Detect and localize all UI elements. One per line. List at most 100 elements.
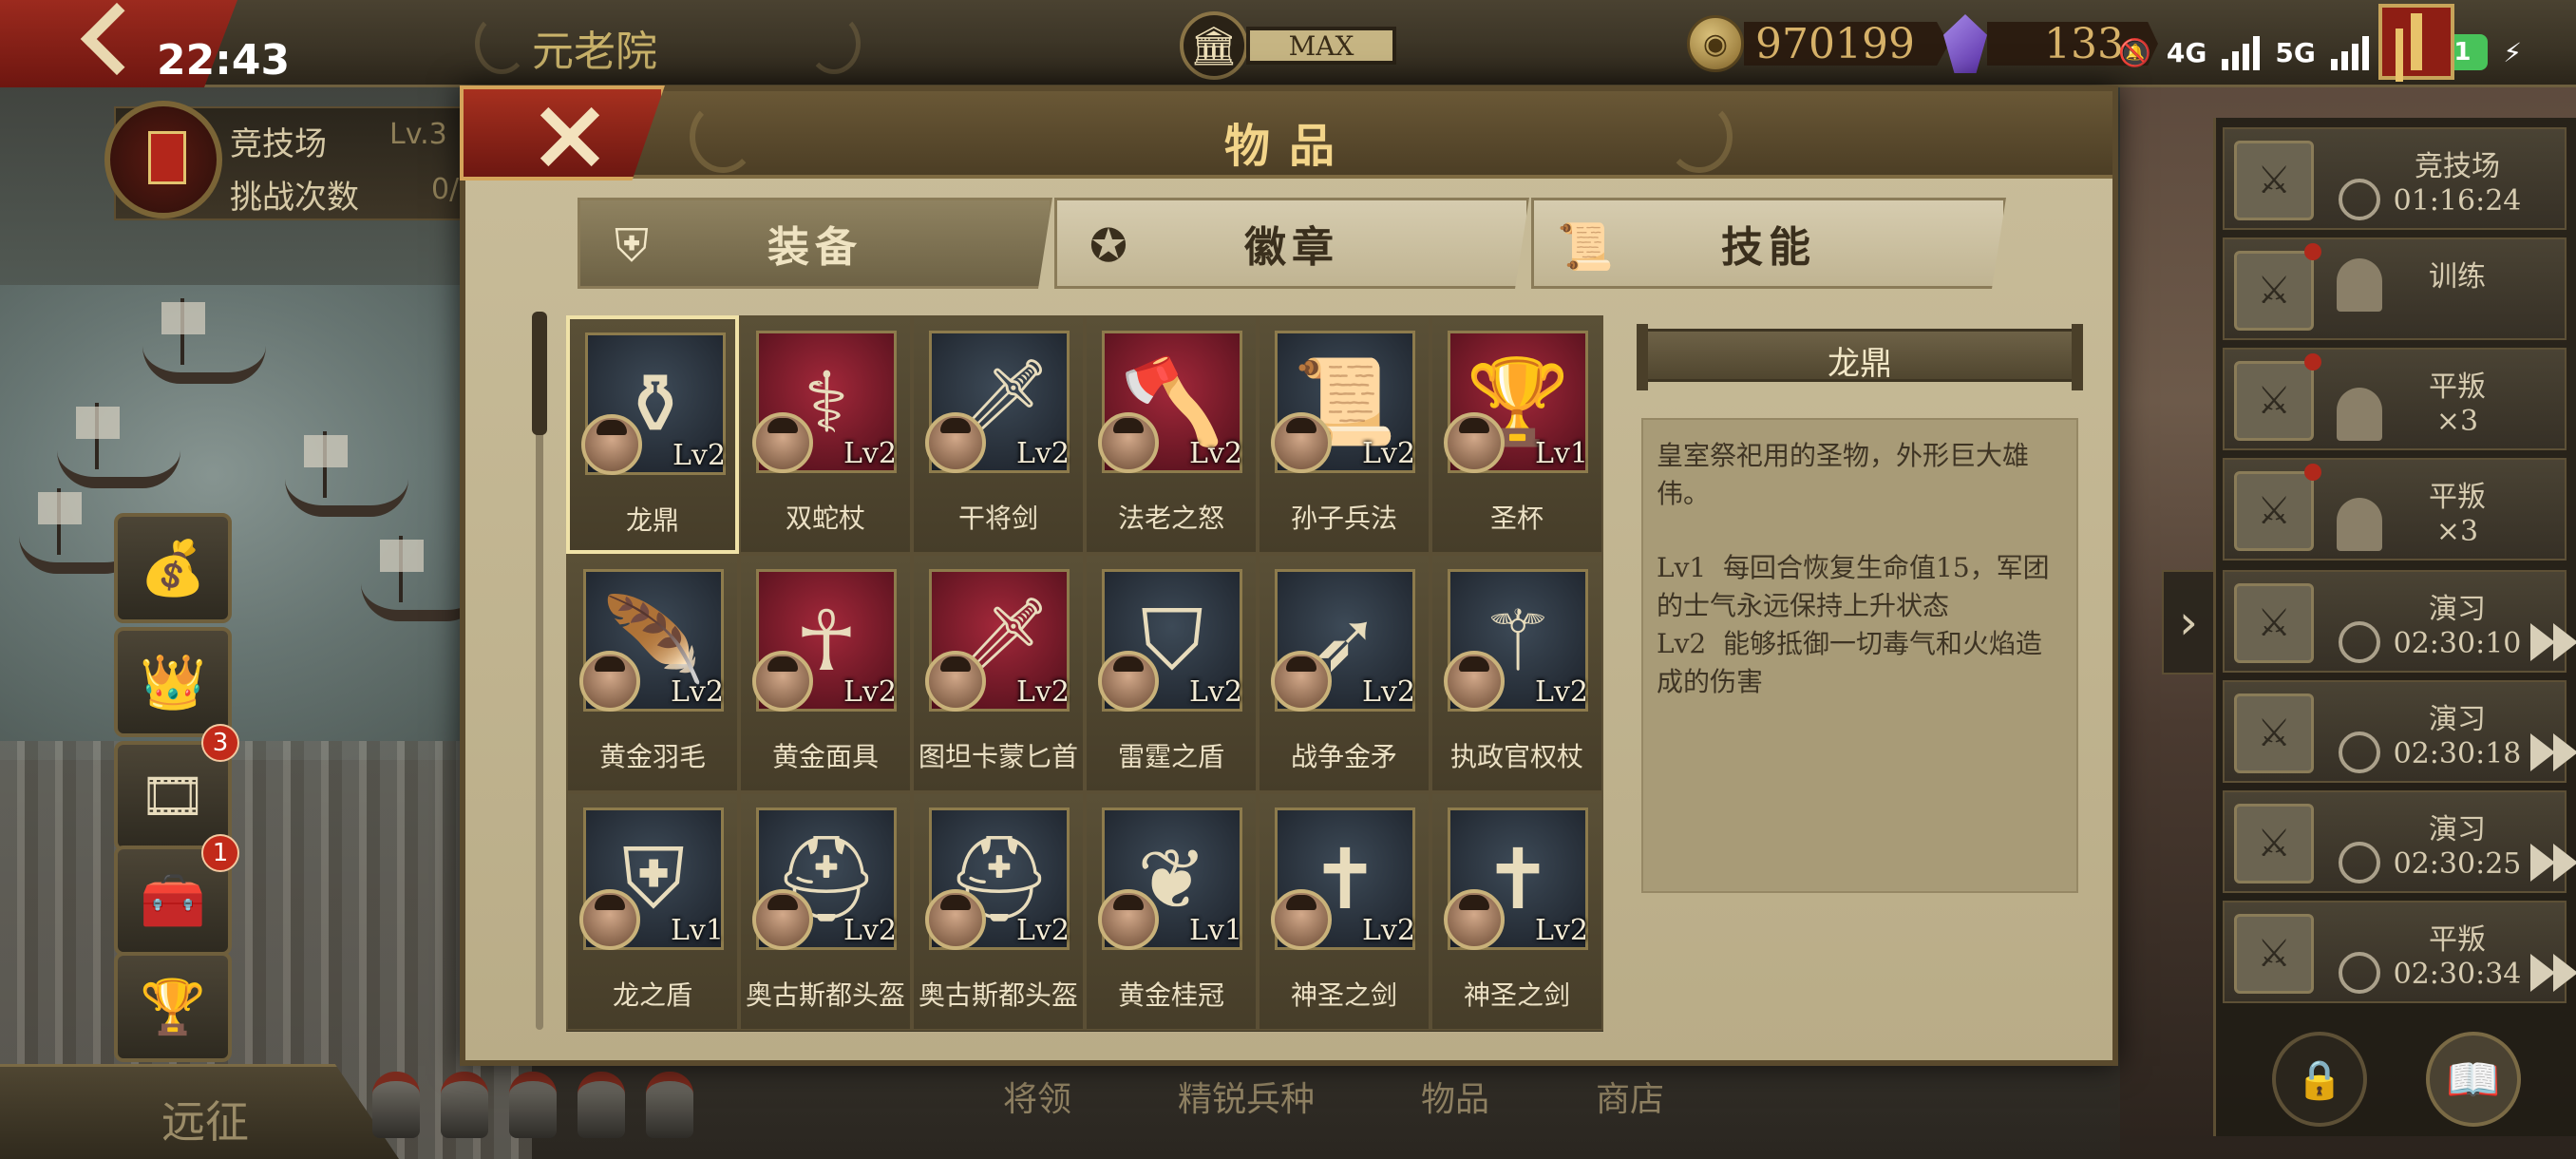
- task-item[interactable]: ⚔ 演习 02:30:25: [2223, 790, 2576, 893]
- helmet-icon[interactable]: [646, 1072, 693, 1138]
- general-portrait-icon: [752, 889, 813, 950]
- item-cell[interactable]: 🪓 Lv2 法老之怒: [1085, 315, 1258, 554]
- signal-icon: [2222, 34, 2261, 70]
- gift-bag-button[interactable]: 💰: [114, 513, 232, 623]
- status-clock: 22:43: [157, 36, 291, 85]
- stopwatch-icon: [2339, 621, 2380, 663]
- phone-status-icons: 🔕 4G 5G ◠ 11 ⚡: [2118, 34, 2522, 70]
- item-cell[interactable]: 📜 Lv2 孙子兵法: [1258, 315, 1430, 554]
- tab-skills[interactable]: 📜 技能: [1531, 198, 2006, 289]
- item-cell[interactable]: ⛑ Lv2 奥古斯都头盔: [912, 792, 1085, 1031]
- task-title: 竞技场: [2415, 150, 2500, 183]
- helmet-icon[interactable]: [578, 1072, 625, 1138]
- fast-forward-icon[interactable]: [2530, 733, 2576, 771]
- dialog-title: 物品: [1223, 120, 1354, 173]
- item-cell[interactable]: 🗡 Lv2 干将剑: [912, 315, 1085, 554]
- temple-building-icon[interactable]: 🏛: [1180, 11, 1248, 80]
- general-portrait-icon: [925, 889, 986, 950]
- tab-label: 装备: [767, 223, 862, 272]
- eagle-badge-icon: ✪: [1089, 219, 1128, 273]
- stopwatch-icon: [2339, 179, 2380, 220]
- fast-forward-icon[interactable]: [2530, 954, 2576, 992]
- item-cell[interactable]: ❦ Lv1 黄金桂冠: [1085, 792, 1258, 1031]
- helmet-icon[interactable]: [372, 1072, 420, 1138]
- bottom-tab-elite-troops[interactable]: 精锐兵种: [1125, 1072, 1368, 1121]
- item-name: 黄金羽毛: [598, 741, 706, 772]
- item-cell[interactable]: ✝ Lv2 神圣之剑: [1258, 792, 1430, 1031]
- item-cell[interactable]: 🗡 Lv2 图坦卡蒙匕首: [912, 554, 1085, 792]
- task-item[interactable]: ⚔ 演习 02:30:18: [2223, 680, 2576, 783]
- gold-amount: 970199: [1744, 22, 1949, 66]
- challenge-label: 挑战次数: [230, 179, 359, 217]
- general-portrait-icon: [752, 651, 813, 712]
- scrollbar-thumb[interactable]: [532, 312, 547, 435]
- item-name: 执政官权杖: [1449, 741, 1583, 772]
- task-item[interactable]: ⚔ 训练: [2223, 238, 2567, 340]
- location-title: 元老院: [532, 28, 657, 76]
- item-cell[interactable]: ✝ Lv2 神圣之剑: [1430, 792, 1603, 1031]
- item-level: Lv2: [1016, 914, 1070, 947]
- task-item[interactable]: ⚔ 平叛 ×3: [2223, 348, 2567, 450]
- expand-panel-button[interactable]: ›: [2162, 570, 2215, 674]
- player-avatar[interactable]: [2378, 4, 2454, 80]
- general-portrait-icon: [752, 412, 813, 473]
- task-emblem-icon: ⚔: [2234, 914, 2314, 994]
- fast-forward-icon[interactable]: [2530, 844, 2576, 882]
- item-cell[interactable]: ⚕ Lv2 双蛇杖: [739, 315, 912, 554]
- book-button[interactable]: 📖: [2426, 1032, 2521, 1127]
- helmet-icon[interactable]: [509, 1072, 557, 1138]
- item-cell[interactable]: ⚚ Lv2 执政官权杖: [1430, 554, 1603, 792]
- item-cell[interactable]: ➶ Lv2 战争金矛: [1258, 554, 1430, 792]
- task-emblem-icon: ⚔: [2234, 361, 2314, 441]
- general-portrait-icon: [1271, 651, 1332, 712]
- crown-button[interactable]: 👑: [114, 627, 232, 737]
- expedition-label: 远征: [161, 1096, 249, 1148]
- expedition-button[interactable]: 远征: [0, 1064, 399, 1159]
- task-title: 平叛: [2429, 481, 2486, 514]
- task-item[interactable]: ⚔ 平叛 02:30:34: [2223, 901, 2576, 1003]
- crown-icon: 👑: [140, 652, 206, 713]
- task-title: 演习: [2429, 703, 2486, 736]
- chest-badge: 1: [201, 834, 239, 872]
- helmet-icon[interactable]: [441, 1072, 488, 1138]
- task-item[interactable]: ⚔ 演习 02:30:10: [2223, 570, 2576, 673]
- item-cell[interactable]: 🪶 Lv2 黄金羽毛: [566, 554, 739, 792]
- item-description: 皇室祭祀用的圣物，外形巨大雄伟。: [1657, 440, 2030, 509]
- item-cell[interactable]: ⛨ Lv1 龙之盾: [566, 792, 739, 1031]
- close-button[interactable]: [460, 86, 665, 180]
- gold-resource[interactable]: ◉ 970199: [1687, 13, 1949, 74]
- notification-dot: [2304, 353, 2321, 370]
- item-cell[interactable]: ⛑ Lv2 奥古斯都头盔: [739, 792, 912, 1031]
- task-title: 演习: [2429, 593, 2486, 626]
- tab-badges[interactable]: ✪ 徽章: [1054, 198, 1529, 289]
- bottom-tab-items[interactable]: 物品: [1368, 1072, 1543, 1121]
- item-name: 黄金桂冠: [1117, 979, 1224, 1011]
- item-name: 神圣之剑: [1463, 979, 1570, 1011]
- item-cell[interactable]: ☥ Lv2 黄金面具: [739, 554, 912, 792]
- arena-banner-icon[interactable]: [104, 101, 222, 218]
- building-level-bar: MAX: [1246, 27, 1396, 65]
- fast-forward-icon[interactable]: [2530, 623, 2576, 661]
- general-portrait-icon: [1271, 889, 1332, 950]
- item-level: Lv2: [1362, 437, 1415, 470]
- general-portrait-icon: [579, 651, 640, 712]
- task-title: 演习: [2429, 813, 2486, 846]
- task-item[interactable]: ⚔ 竞技场 01:16:24: [2223, 127, 2567, 230]
- purple-gem-icon: [1943, 14, 1987, 73]
- lock-button[interactable]: 🔒: [2272, 1032, 2367, 1127]
- item-name: 奥古斯都头盔: [745, 979, 905, 1011]
- item-cell[interactable]: ⚱ Lv2 龙鼎: [566, 315, 739, 554]
- item-name: 双蛇杖: [785, 503, 865, 534]
- item-name: 干将剑: [957, 503, 1038, 534]
- tab-equipment[interactable]: ⛨ 装备: [578, 198, 1052, 289]
- item-cell[interactable]: 🏆 Lv1 圣杯: [1430, 315, 1603, 554]
- item-cell[interactable]: ⛉ Lv2 雷霆之盾: [1085, 554, 1258, 792]
- bottom-tab-generals[interactable]: 将领: [950, 1072, 1125, 1121]
- item-level: Lv2: [1189, 675, 1242, 709]
- general-portrait-icon: [925, 412, 986, 473]
- task-item[interactable]: ⚔ 平叛 ×3: [2223, 458, 2567, 560]
- dialog-header: 物品: [465, 91, 2112, 179]
- bottom-tab-shop[interactable]: 商店: [1543, 1072, 1717, 1121]
- item-name: 神圣之剑: [1290, 979, 1397, 1011]
- trophy-button[interactable]: 🏆: [114, 952, 232, 1062]
